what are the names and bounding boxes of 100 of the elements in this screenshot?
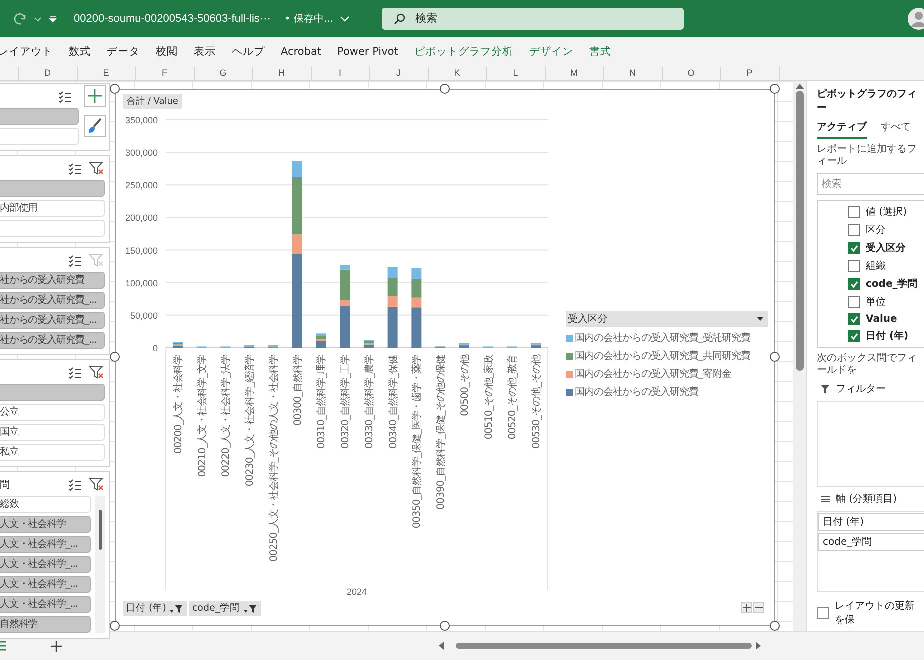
checkbox[interactable] xyxy=(848,206,860,218)
column-header[interactable]: P xyxy=(721,67,780,80)
multi-select-icon[interactable] xyxy=(68,255,82,267)
customize-icon[interactable] xyxy=(48,14,58,24)
collapse-button[interactable] xyxy=(753,602,764,613)
clear-filter-icon[interactable] xyxy=(89,162,105,176)
bar-segment[interactable] xyxy=(388,296,398,307)
bar-segment[interactable] xyxy=(412,308,422,348)
bar-segment[interactable] xyxy=(340,270,350,300)
slicer-item[interactable]: 総数 xyxy=(0,496,91,513)
field-name[interactable]: 受入区分 xyxy=(866,241,906,255)
bar-segment[interactable] xyxy=(364,341,374,344)
field-name[interactable]: 値 (選択) xyxy=(866,205,907,219)
field-name[interactable]: 単位 xyxy=(866,295,886,309)
ribbon-tab[interactable]: 書式 xyxy=(589,45,612,59)
column-header[interactable]: H xyxy=(253,67,312,80)
column-header[interactable]: E xyxy=(78,67,136,80)
chevron-icon[interactable] xyxy=(340,14,350,22)
checkbox-label[interactable]: レイアウトの更新を保 xyxy=(835,599,920,627)
chevron-icon[interactable] xyxy=(34,14,42,22)
checkbox[interactable] xyxy=(848,313,860,325)
column-header[interactable]: K xyxy=(428,67,487,80)
resize-handle[interactable] xyxy=(770,621,780,631)
slicer-item[interactable]: 社からの受入研究費_... xyxy=(0,292,105,309)
resize-handle[interactable] xyxy=(770,352,780,362)
slicer-item[interactable]: 国立 xyxy=(0,424,105,441)
column-header[interactable]: O xyxy=(662,67,721,80)
column-header[interactable]: N xyxy=(604,67,662,80)
ribbon-tab[interactable]: 数式 xyxy=(69,45,91,59)
checkbox[interactable] xyxy=(848,260,860,272)
redo-icon[interactable] xyxy=(14,12,28,26)
column-header[interactable]: L xyxy=(487,67,546,80)
avatar-icon[interactable] xyxy=(908,8,924,30)
ribbon-tab[interactable]: Acrobat xyxy=(281,46,322,58)
bar-segment[interactable] xyxy=(412,278,422,298)
resize-handle[interactable] xyxy=(110,621,120,631)
resize-handle[interactable] xyxy=(110,84,120,94)
legend-item[interactable]: 国内の会社からの受入研究費_寄附金 xyxy=(566,367,768,381)
sheet-nav-icon[interactable] xyxy=(0,640,8,652)
clear-filter-icon[interactable] xyxy=(89,478,105,492)
bar-segment[interactable] xyxy=(292,234,302,254)
ribbon-tab[interactable]: データ xyxy=(107,45,140,59)
ribbon-tab[interactable]: ピボットグラフ分析 xyxy=(414,45,514,59)
bar-segment[interactable] xyxy=(292,177,302,235)
add-element-button[interactable] xyxy=(84,85,106,107)
column-header[interactable]: M xyxy=(546,67,604,80)
ribbon-tab[interactable]: 校閲 xyxy=(156,45,178,59)
scroll-up-icon[interactable] xyxy=(796,83,804,89)
bar-segment[interactable] xyxy=(412,268,422,279)
vertical-scrollbar[interactable] xyxy=(793,81,806,631)
slicer-item[interactable]: 自然科学 xyxy=(0,616,91,633)
field-name[interactable]: Value xyxy=(866,314,898,324)
scroll-left-icon[interactable] xyxy=(438,642,444,650)
slicer-item[interactable]: 人文・社会科学_... xyxy=(0,536,91,553)
bar-segment[interactable] xyxy=(412,298,422,308)
slicer-item[interactable]: 人文・社会科学 xyxy=(0,516,91,533)
search-field[interactable]: 検索 xyxy=(817,173,924,195)
ribbon-tab[interactable]: 表示 xyxy=(194,45,216,59)
resize-handle[interactable] xyxy=(770,84,780,94)
resize-handle[interactable] xyxy=(440,621,450,631)
clear-filter-icon[interactable] xyxy=(89,366,105,380)
axis-field-button[interactable]: 日付 (年) xyxy=(123,601,188,616)
slicer-item[interactable]: 社からの受入研究費_... xyxy=(0,332,105,349)
scrollbar[interactable] xyxy=(95,496,105,633)
value-field-button[interactable]: 合計 / Value xyxy=(123,94,182,109)
multi-select-icon[interactable] xyxy=(68,367,82,379)
bar-segment[interactable] xyxy=(292,161,302,178)
slicer-item[interactable]: 私立 xyxy=(0,444,105,461)
column-header[interactable]: G xyxy=(194,67,253,80)
field-name[interactable]: code_学問 xyxy=(866,277,918,291)
axis-field-item[interactable]: code_学問 xyxy=(818,533,924,551)
legend-item[interactable]: 国内の会社からの受入研究費_受託研究費 xyxy=(566,331,768,345)
checkbox[interactable] xyxy=(848,330,860,342)
slicer-item[interactable]: 内部使用 xyxy=(0,200,105,217)
multi-select-icon[interactable] xyxy=(68,479,82,491)
chart-style-button[interactable] xyxy=(84,115,106,137)
pane-tab[interactable]: アクティブ xyxy=(817,120,867,139)
bar-segment[interactable] xyxy=(388,267,398,278)
axis-field-item[interactable]: 日付 (年) xyxy=(818,513,924,531)
column-header[interactable]: I xyxy=(312,67,370,80)
resize-handle[interactable] xyxy=(110,352,120,362)
field-name[interactable]: 組織 xyxy=(866,259,886,273)
pane-tab[interactable]: すべて xyxy=(881,120,911,139)
column-header[interactable]: F xyxy=(136,67,194,80)
multi-select-icon[interactable] xyxy=(58,91,72,103)
checkbox[interactable] xyxy=(848,278,860,290)
bar-segment[interactable] xyxy=(388,278,398,297)
ribbon-tab[interactable]: デザイン xyxy=(529,45,574,59)
field-name[interactable]: 区分 xyxy=(866,223,886,237)
pivot-chart[interactable] xyxy=(115,89,775,626)
search-field[interactable]: 検索 xyxy=(382,8,684,30)
bar-segment[interactable] xyxy=(340,306,350,348)
slicer-item[interactable]: 人文・社会科学_... xyxy=(0,556,91,573)
slicer-item[interactable]: 社からの受入研究費_... xyxy=(0,312,105,329)
file-name[interactable]: 00200-soumu-00200543-50603-full-lis··· xyxy=(74,12,271,24)
checkbox[interactable] xyxy=(848,296,860,308)
legend-item[interactable]: 国内の会社からの受入研究費_共同研究費 xyxy=(566,349,768,363)
legend-field-button[interactable]: 受入区分 xyxy=(566,311,768,327)
scroll-right-icon[interactable] xyxy=(756,642,762,650)
ribbon-tab[interactable]: ヘルプ xyxy=(232,45,265,59)
